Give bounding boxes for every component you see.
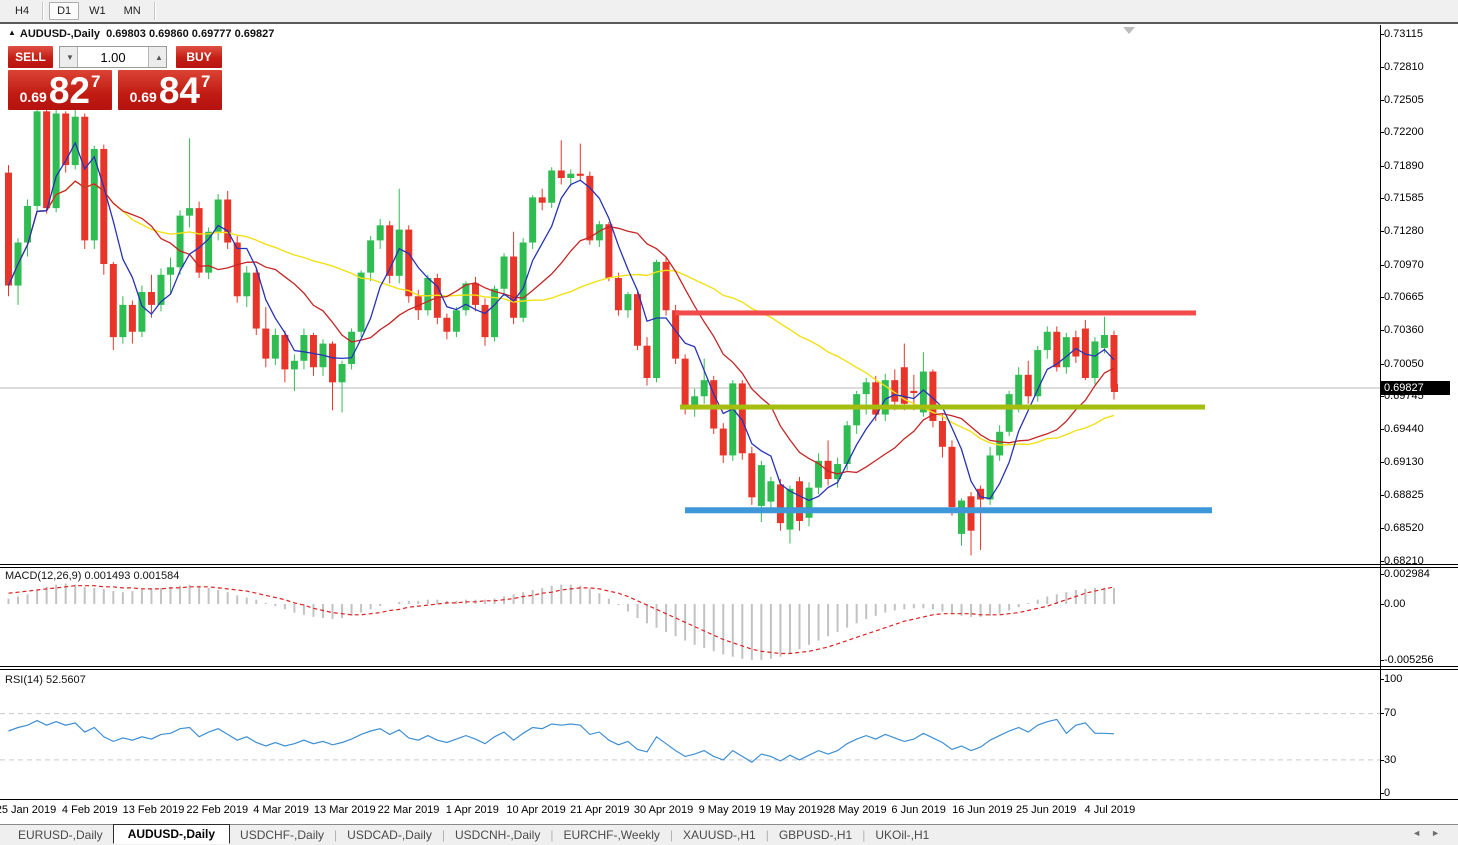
chart-tab-gbpusd-h1[interactable]: GBPUSD-,H1	[769, 826, 862, 844]
buy-button[interactable]: BUY	[176, 46, 222, 68]
chart-macd-splitter[interactable]	[0, 564, 1458, 565]
chart-tab-audusd-daily[interactable]: AUDUSD-,Daily	[113, 824, 230, 844]
price-tick-label: 0.72810	[1384, 61, 1424, 73]
chart-tab-eurchf-weekly[interactable]: EURCHF-,Weekly	[553, 826, 669, 844]
timeframe-button-d1[interactable]: D1	[49, 2, 79, 20]
timeframe-button-w1[interactable]: W1	[81, 2, 114, 20]
current-price-badge: 0.69827	[1381, 381, 1450, 395]
rsi-tick-label: 30	[1384, 754, 1396, 766]
price-tick-label: 0.68520	[1384, 522, 1424, 534]
chart-tab-eurusd-daily[interactable]: EURUSD-,Daily	[8, 826, 113, 844]
rsi-tick-label: 0	[1384, 787, 1390, 799]
price-tick-label: 0.72200	[1384, 126, 1424, 138]
scroll-to-end-marker-icon[interactable]	[1123, 27, 1135, 34]
ohlc-open: 0.69803	[106, 28, 146, 40]
sell-button[interactable]: SELL	[8, 46, 53, 68]
rsi-tick-label: 100	[1384, 673, 1402, 685]
buy-price-big: 84	[159, 72, 200, 110]
price-tick-label: 0.71585	[1384, 192, 1424, 204]
timeframe-toolbar: H4 D1W1MN	[0, 0, 1458, 24]
price-tick-label: 0.69130	[1384, 456, 1424, 468]
price-tick-label: 0.70970	[1384, 259, 1424, 271]
sell-price-panel[interactable]: 0.69 82 7	[8, 70, 112, 110]
chart-tab-usdcnh-daily[interactable]: USDCNH-,Daily	[445, 826, 550, 844]
macd-indicator-chart[interactable]	[0, 568, 1380, 665]
macd-rsi-splitter[interactable]	[0, 666, 1458, 667]
volume-increase-button[interactable]: ▲	[148, 47, 166, 67]
mt4-window: { "toolbar": { "timeframes": ["H4", "D1"…	[0, 0, 1458, 844]
timeframe-button-h4[interactable]: H4	[7, 2, 37, 20]
sell-price-prefix: 0.69	[20, 89, 47, 105]
price-tick-label: 0.68210	[1384, 555, 1424, 567]
price-tick-label: 0.73115	[1384, 28, 1423, 40]
rsi-indicator-chart[interactable]	[0, 672, 1380, 798]
tabs-scroll-left-icon[interactable]: ◄	[1412, 828, 1431, 838]
rsi-panel-bottom-border	[0, 799, 1458, 800]
chart-tab-bar: EURUSD-,DailyAUDUSD-,DailyUSDCHF-,Daily|…	[0, 824, 1458, 845]
tabs-scroll-right-icon[interactable]: ►	[1431, 828, 1450, 838]
volume-stepper: ▼ 1.00 ▲	[59, 46, 167, 68]
volume-field[interactable]: 1.00	[78, 47, 148, 67]
macd-tick-label: 0.00	[1384, 598, 1405, 610]
chart-tab-usdchf-daily[interactable]: USDCHF-,Daily	[230, 826, 334, 844]
chart-tab-ukoil-h1[interactable]: UKOil-,H1	[865, 826, 939, 844]
direction-up-icon: ▲	[8, 28, 16, 37]
price-tick-label: 0.69440	[1384, 423, 1424, 435]
ohlc-low: 0.69777	[192, 28, 232, 40]
sell-price-sup: 7	[91, 72, 100, 92]
buy-price-sup: 7	[201, 72, 210, 92]
buy-price-panel[interactable]: 0.69 84 7	[118, 70, 222, 110]
macd-tick-label: 0.002984	[1384, 568, 1430, 580]
price-tick-label: 0.70360	[1384, 324, 1424, 336]
macd-tick-label: -0.005256	[1384, 654, 1434, 666]
macd-panel-top-border	[0, 567, 1458, 568]
sell-price-big: 82	[49, 72, 90, 110]
ohlc-close: 0.69827	[235, 28, 275, 40]
ohlc-high: 0.69860	[149, 28, 189, 40]
symbol-label: AUDUSD-,Daily	[20, 28, 100, 40]
rsi-panel-top-border	[0, 669, 1458, 670]
price-axis-line	[1380, 25, 1381, 800]
price-tick-label: 0.72505	[1384, 94, 1424, 106]
price-tick-label: 0.71280	[1384, 225, 1424, 237]
rsi-tick-label: 70	[1384, 707, 1396, 719]
price-tick-label: 0.70665	[1384, 291, 1424, 303]
price-tick-label: 0.68825	[1384, 489, 1424, 501]
date-tick-label: 4 Jul 2019	[1065, 804, 1155, 816]
price-tick-label: 0.71890	[1384, 160, 1424, 172]
price-tick-label: 0.70050	[1384, 358, 1424, 370]
chart-title: ▲ AUDUSD-,Daily 0.69803 0.69860 0.69777 0…	[8, 28, 274, 40]
chart-tab-xauusd-h1[interactable]: XAUUSD-,H1	[673, 826, 766, 844]
buy-price-prefix: 0.69	[130, 89, 157, 105]
timeframe-button-mn[interactable]: MN	[116, 2, 149, 20]
rsi-label: RSI(14) 52.5607	[5, 674, 86, 686]
chart-tab-usdcad-daily[interactable]: USDCAD-,Daily	[337, 826, 442, 844]
volume-decrease-button[interactable]: ▼	[60, 47, 78, 67]
macd-label: MACD(12,26,9) 0.001493 0.001584	[5, 570, 179, 582]
